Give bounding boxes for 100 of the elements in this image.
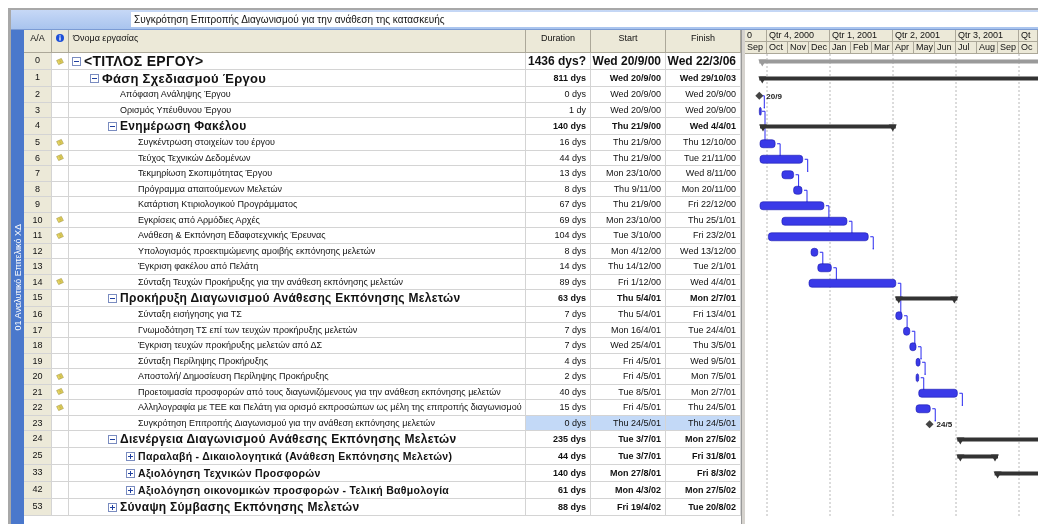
start-cell: Tue 3/7/01	[591, 431, 666, 447]
task-bar[interactable]	[793, 185, 803, 195]
task-name: Σύνταξη εισήγησης για ΤΣ	[138, 309, 242, 320]
expand-icon[interactable]	[126, 468, 135, 478]
task-bar[interactable]	[759, 106, 762, 116]
task-name: Σύνταξη Τευχών Προκήρυξης για την ανάθεση εκπόνησης μελετών	[138, 276, 404, 287]
summary-bar[interactable]	[894, 296, 959, 304]
duration-cell: 40 dys	[526, 384, 591, 399]
row-number[interactable]: 20	[24, 369, 52, 384]
milestone-diamond[interactable]	[755, 91, 764, 100]
month-label: Jul	[956, 42, 977, 53]
start-cell: Fri 4/5/01	[591, 400, 666, 415]
row-number[interactable]: 0	[24, 53, 52, 69]
task-bar[interactable]	[759, 154, 803, 164]
note-icon	[56, 214, 64, 226]
duration-cell: 8 dys	[526, 243, 591, 258]
start-cell: Mon 4/12/00	[591, 243, 666, 258]
collapse-icon[interactable]	[72, 56, 81, 66]
task-name: Γνωμοδότηση ΤΣ επί των τευχών προκήρυξης μελετών	[138, 324, 358, 335]
entry-field[interactable]: Συγκρότηση Επιτροπής Διαγωνισμού για την ανάθεση της κατασκευής	[131, 12, 1038, 27]
row-number[interactable]: 13	[24, 259, 52, 274]
start-cell: Thu 21/9/00	[591, 135, 666, 150]
task-bar[interactable]	[759, 201, 825, 211]
collapse-icon[interactable]	[90, 73, 99, 83]
row-number[interactable]: 7	[24, 166, 52, 181]
summary-bar[interactable]	[956, 454, 999, 462]
task-name: Πρόγραμμα απαιτούμενων Μελετών	[138, 183, 283, 194]
milestone-label: 20/9	[766, 91, 782, 101]
task-bar[interactable]	[759, 139, 776, 149]
duration-cell: 140 dys	[526, 465, 591, 481]
row-number[interactable]: 2	[24, 87, 52, 102]
collapse-icon[interactable]	[108, 121, 117, 131]
start-cell: Thu 21/9/00	[591, 118, 666, 134]
start-cell: Fri 4/5/01	[591, 369, 666, 384]
row-number[interactable]: 16	[24, 307, 52, 322]
duration-cell: 15 dys	[526, 400, 591, 415]
summary-bar[interactable]	[993, 471, 1038, 479]
summary-bar[interactable]	[956, 437, 1038, 445]
task-bar[interactable]	[808, 278, 897, 288]
task-bar[interactable]	[915, 373, 920, 383]
task-bar[interactable]	[781, 170, 794, 180]
task-bar[interactable]	[903, 326, 911, 336]
collapse-icon[interactable]	[108, 293, 117, 303]
row-number[interactable]: 24	[24, 431, 52, 447]
task-bar[interactable]	[915, 404, 931, 414]
task-bar[interactable]	[817, 263, 832, 273]
duration-cell: 0 dys	[526, 87, 591, 102]
row-number[interactable]: 22	[24, 400, 52, 415]
task-name: Διενέργεια Διαγωνισμού Ανάθεσης Εκπόνησης Μελετών	[120, 432, 457, 446]
row-number[interactable]: 42	[24, 482, 52, 498]
month-label: Nov	[788, 42, 809, 53]
note-icon	[56, 152, 64, 164]
start-cell: Wed 20/9/00	[591, 87, 666, 102]
quarter-label: Qtr 1, 2001	[830, 30, 893, 41]
duration-cell: 63 dys	[526, 290, 591, 306]
duration-cell: 7 dys	[526, 322, 591, 337]
start-cell: Wed 25/4/01	[591, 338, 666, 353]
info-icon	[56, 33, 64, 43]
row-number[interactable]: 9	[24, 197, 52, 212]
duration-cell: 4 dys	[526, 353, 591, 368]
task-bar[interactable]	[781, 216, 848, 226]
task-bar[interactable]	[895, 311, 903, 321]
start-cell: Thu 9/11/00	[591, 181, 666, 196]
quarter-label: Qtr 3, 2001	[956, 30, 1019, 41]
note-icon	[56, 386, 64, 398]
start-cell: Tue 3/7/01	[591, 448, 666, 464]
duration-cell: 88 dys	[526, 499, 591, 515]
start-cell: Fri 1/12/00	[591, 274, 666, 289]
row-number[interactable]: 25	[24, 448, 52, 464]
row-number[interactable]: 1	[24, 70, 52, 86]
summary-bar[interactable]	[758, 76, 1038, 84]
month-label: Mar	[872, 42, 893, 53]
row-number[interactable]: 4	[24, 118, 52, 134]
column-header[interactable]: Όνομα εργασίας	[69, 30, 526, 52]
task-bar[interactable]	[768, 232, 869, 242]
task-name: Ανάθεση & Εκπόνηση Εδαφοτεχνικής Έρευνας	[138, 230, 326, 241]
task-name: Φάση Σχεδιασμού Έργου	[102, 70, 267, 86]
task-bar[interactable]	[810, 247, 819, 257]
expand-icon[interactable]	[126, 451, 135, 461]
row-number[interactable]: 11	[24, 228, 52, 243]
row-number[interactable]: 5	[24, 135, 52, 150]
start-cell: Fri 4/5/01	[591, 353, 666, 368]
month-label: Apr	[893, 42, 914, 53]
row-number[interactable]: 53	[24, 499, 52, 515]
collapse-icon[interactable]	[108, 434, 117, 444]
row-number[interactable]: 33	[24, 465, 52, 481]
summary-bar[interactable]	[759, 124, 897, 132]
expand-icon[interactable]	[108, 502, 117, 512]
quarter-label: 0	[745, 30, 767, 41]
start-cell: Wed 20/9/00	[591, 70, 666, 86]
row-number[interactable]: 18	[24, 338, 52, 353]
quarter-label: Qtr 4, 2000	[767, 30, 830, 41]
task-bar[interactable]	[909, 342, 917, 352]
milestone-diamond[interactable]	[925, 420, 934, 429]
expand-icon[interactable]	[126, 485, 135, 495]
task-bar[interactable]	[915, 357, 921, 367]
row-number[interactable]: 15	[24, 290, 52, 306]
start-cell: Wed 20/9/00	[591, 53, 666, 69]
project-summary-bar[interactable]	[758, 59, 1038, 67]
task-bar[interactable]	[918, 388, 958, 398]
